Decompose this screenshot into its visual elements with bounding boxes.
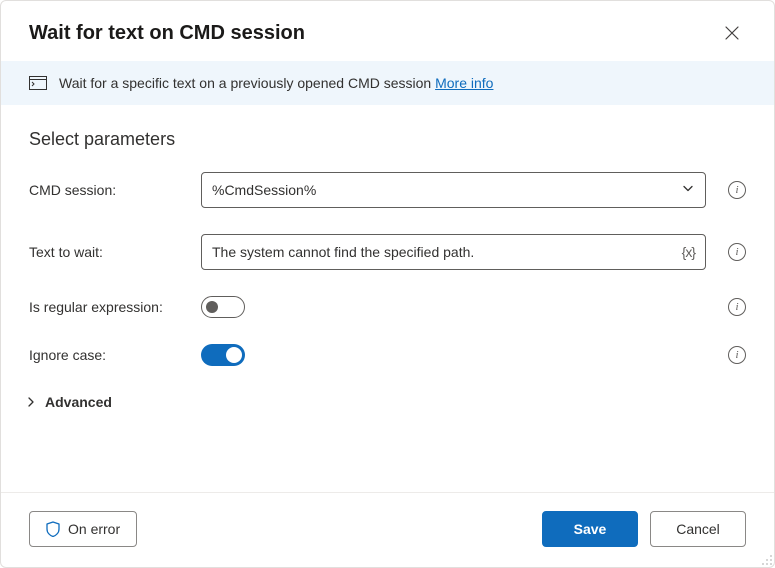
cmd-session-label: CMD session:: [29, 182, 201, 198]
cancel-label: Cancel: [676, 521, 720, 537]
text-to-wait-label: Text to wait:: [29, 244, 201, 260]
banner-text: Wait for a specific text on a previously…: [59, 75, 493, 91]
dialog-header: Wait for text on CMD session: [1, 1, 774, 61]
close-button[interactable]: [718, 19, 746, 47]
on-error-label: On error: [68, 521, 120, 537]
toggle-knob: [226, 347, 242, 363]
ignore-case-label: Ignore case:: [29, 347, 201, 363]
advanced-label: Advanced: [45, 394, 112, 410]
cmd-session-select[interactable]: %CmdSession%: [201, 172, 706, 208]
chevron-down-icon: [681, 182, 695, 199]
cancel-button[interactable]: Cancel: [650, 511, 746, 547]
ignore-case-toggle[interactable]: [201, 344, 245, 366]
info-icon[interactable]: i: [728, 298, 746, 316]
cmd-icon: [29, 76, 47, 90]
cmd-session-value: %CmdSession%: [212, 182, 316, 198]
is-regex-toggle[interactable]: [201, 296, 245, 318]
section-title: Select parameters: [29, 129, 746, 150]
on-error-button[interactable]: On error: [29, 511, 137, 547]
dialog: Wait for text on CMD session Wait for a …: [0, 0, 775, 568]
dialog-title: Wait for text on CMD session: [29, 22, 305, 45]
save-label: Save: [574, 521, 607, 537]
is-regex-label: Is regular expression:: [29, 299, 201, 315]
text-to-wait-input[interactable]: The system cannot find the specified pat…: [201, 234, 706, 270]
field-ignore-case: Ignore case: i: [29, 344, 746, 366]
dialog-footer: On error Save Cancel: [1, 492, 774, 567]
field-is-regex: Is regular expression: i: [29, 296, 746, 318]
variable-icon[interactable]: {x}: [682, 244, 695, 260]
shield-icon: [46, 521, 60, 537]
advanced-expander[interactable]: Advanced: [25, 392, 746, 420]
resize-grip-icon[interactable]: [759, 552, 773, 566]
field-text-to-wait: Text to wait: The system cannot find the…: [29, 234, 746, 270]
text-to-wait-value: The system cannot find the specified pat…: [212, 244, 474, 260]
more-info-link[interactable]: More info: [435, 75, 493, 91]
info-icon[interactable]: i: [728, 346, 746, 364]
toggle-knob: [206, 301, 218, 313]
content-area: Select parameters CMD session: %CmdSessi…: [1, 105, 774, 492]
info-icon[interactable]: i: [728, 243, 746, 261]
chevron-right-icon: [25, 396, 37, 408]
banner-desc: Wait for a specific text on a previously…: [59, 75, 435, 91]
save-button[interactable]: Save: [542, 511, 638, 547]
info-banner: Wait for a specific text on a previously…: [1, 61, 774, 105]
field-cmd-session: CMD session: %CmdSession% i: [29, 172, 746, 208]
footer-actions: Save Cancel: [542, 511, 746, 547]
info-icon[interactable]: i: [728, 181, 746, 199]
close-icon: [725, 26, 739, 40]
